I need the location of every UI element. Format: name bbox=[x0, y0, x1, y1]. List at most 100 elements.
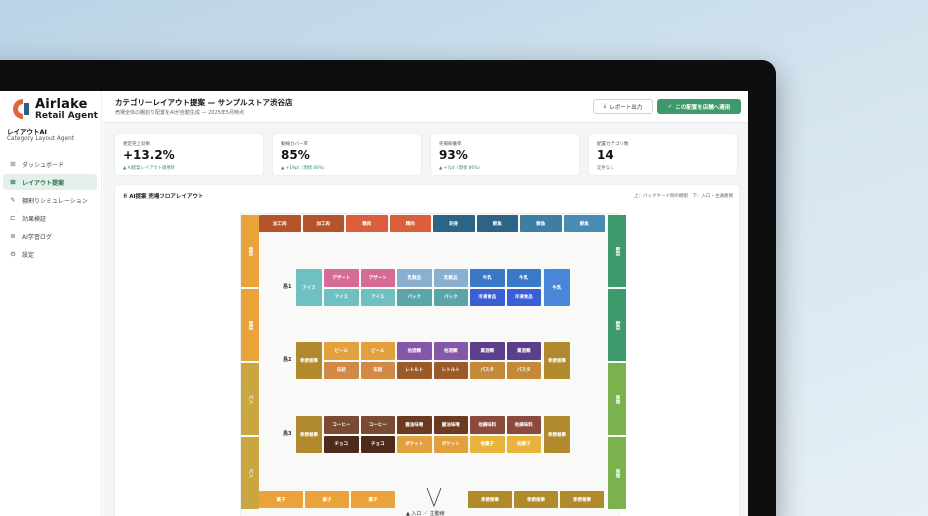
shelf-cell[interactable]: 加工肉 bbox=[302, 215, 344, 232]
shelf-cell[interactable]: 菓子 bbox=[305, 491, 349, 508]
shelf-cell[interactable]: レトルト bbox=[397, 361, 432, 379]
sidebar-item-2[interactable]: ✎ 棚割りシミュレーション bbox=[3, 192, 97, 208]
kpi-value: +13.2% bbox=[123, 148, 175, 162]
shelf-cell[interactable]: 季節催事 bbox=[468, 491, 512, 508]
shelf-cell[interactable]: パック bbox=[433, 288, 468, 306]
app-subtitle: Category Layout Agent bbox=[7, 136, 75, 142]
check-icon: ✓ bbox=[667, 103, 673, 110]
shelf-cell[interactable]: 他調味料 bbox=[506, 416, 541, 434]
island-label: 島2 bbox=[283, 357, 292, 363]
shelf-cell[interactable]: チョコ bbox=[360, 435, 395, 453]
shelf-cell[interactable]: 鮮魚 bbox=[476, 215, 518, 232]
shelf-cell[interactable]: デザート bbox=[360, 269, 395, 287]
apply-button-label: この配置を店舗へ適用 bbox=[675, 104, 731, 111]
kpi-card: 動線カバー率 85% ▲ +19pt（現状 66%） bbox=[272, 133, 422, 176]
shelf-cell[interactable]: 鮮魚 bbox=[563, 215, 605, 232]
shelf-cell[interactable]: 菓酒類 bbox=[470, 342, 505, 360]
shelf-cell[interactable]: パン bbox=[241, 437, 259, 509]
apply-layout-button[interactable]: ✓ この配置を店舗へ適用 bbox=[657, 99, 741, 114]
nav-icon: ⊠ bbox=[10, 178, 16, 186]
shelf-cell[interactable]: 缶詰 bbox=[360, 361, 395, 379]
shelf-cell[interactable]: 惣菜 bbox=[241, 215, 259, 287]
shelf-cell[interactable]: パック bbox=[397, 288, 432, 306]
shelf-cell[interactable]: 牛乳 bbox=[544, 269, 570, 306]
kpi-value: 14 bbox=[597, 148, 614, 162]
shelf-cell[interactable]: 牛乳 bbox=[506, 269, 541, 287]
shelf-cell[interactable]: コーヒー bbox=[324, 416, 359, 434]
shelf-cell[interactable]: 他菓子 bbox=[470, 435, 505, 453]
shelf-cell[interactable]: 刺身 bbox=[433, 215, 475, 232]
page-header: カテゴリーレイアウト提案 — サンプルストア渋谷店 売場全体の棚割り配置をAIが… bbox=[103, 91, 748, 123]
shelf-cell[interactable]: ポケット bbox=[397, 435, 432, 453]
shelf-cell[interactable]: 季節催事 bbox=[296, 416, 322, 453]
shelf-cell[interactable]: 季節催事 bbox=[514, 491, 558, 508]
shelf-cell[interactable]: アイス bbox=[324, 288, 359, 306]
sidebar-item-0[interactable]: ⊞ ダッシュボード bbox=[3, 156, 97, 172]
shelf-cell[interactable]: パスタ bbox=[506, 361, 541, 379]
shelf-cell[interactable]: 加工肉 bbox=[259, 215, 301, 232]
shelf-cell[interactable]: 乳製品 bbox=[433, 269, 468, 287]
shelf-cell[interactable]: 果物 bbox=[608, 363, 626, 435]
shelf-cell[interactable]: 缶詰 bbox=[324, 361, 359, 379]
sidebar-item-label: 棚割りシミュレーション bbox=[22, 197, 88, 205]
shelf-cell[interactable]: 冷凍食品 bbox=[470, 288, 505, 306]
kpi-note: 変更なし bbox=[597, 166, 615, 171]
shelf-cell[interactable]: 菓子 bbox=[351, 491, 395, 508]
shelf-cell[interactable]: 菓酒類 bbox=[506, 342, 541, 360]
shelf-cell[interactable]: 精肉 bbox=[346, 215, 388, 232]
shelf-cell[interactable]: ビール bbox=[324, 342, 359, 360]
shelf-cell[interactable]: 季節催事 bbox=[296, 342, 322, 379]
shelf-cell[interactable]: 野菜 bbox=[608, 289, 626, 361]
shelf-cell[interactable]: 他調味料 bbox=[470, 416, 505, 434]
shelf-cell[interactable]: コーヒー bbox=[360, 416, 395, 434]
shelf-cell[interactable]: 季節催事 bbox=[560, 491, 604, 508]
shelf-cell[interactable]: 他酒類 bbox=[397, 342, 432, 360]
shelf-cell[interactable]: 乳製品 bbox=[397, 269, 432, 287]
report-export-button[interactable]: ⤓ レポート出力 bbox=[593, 99, 653, 114]
report-button-label: レポート出力 bbox=[609, 104, 643, 111]
shelf-cell[interactable]: パン bbox=[241, 363, 259, 435]
shelf-cell[interactable]: ポケット bbox=[433, 435, 468, 453]
sidebar-item-1[interactable]: ⊠ レイアウト提案 bbox=[3, 174, 97, 190]
entrance-arrow-icon bbox=[426, 487, 442, 508]
shelf-cell[interactable]: 冷凍食品 bbox=[506, 288, 541, 306]
sidebar-item-5[interactable]: ⚙ 設定 bbox=[3, 246, 97, 262]
shelf-cell[interactable]: 野菜 bbox=[608, 215, 626, 287]
shelf-cell[interactable]: チョコ bbox=[324, 435, 359, 453]
sidebar: Airlake Retail Agent レイアウトAI Category La… bbox=[0, 91, 102, 516]
shelf-cell[interactable]: 他菓子 bbox=[506, 435, 541, 453]
shelf-cell[interactable]: 鮮魚 bbox=[520, 215, 562, 232]
shelf-cell[interactable]: 醤油味噌 bbox=[433, 416, 468, 434]
layout-panel: ⠿ AI提案 売場フロアレイアウト 上：バックヤード側の棚割 下：入口・主通路側… bbox=[114, 184, 740, 516]
shelf-cell[interactable]: 菓子 bbox=[259, 491, 303, 508]
nav-icon: ⊕ bbox=[10, 232, 16, 240]
shelf-cell[interactable]: 季節催事 bbox=[544, 416, 570, 453]
sidebar-item-label: 設定 bbox=[22, 251, 35, 259]
sidebar-item-label: レイアウト提案 bbox=[22, 179, 65, 187]
shelf-cell[interactable]: 果物 bbox=[608, 437, 626, 509]
main-content: カテゴリーレイアウト提案 — サンプルストア渋谷店 売場全体の棚割り配置をAIが… bbox=[103, 91, 748, 516]
airlake-logo-icon bbox=[7, 97, 31, 121]
shelf-cell[interactable]: デザート bbox=[324, 269, 359, 287]
sidebar-item-4[interactable]: ⊕ AI学習ログ bbox=[3, 228, 97, 244]
shelf-cell[interactable]: 醤油味噌 bbox=[397, 416, 432, 434]
shelf-cell[interactable]: 季節催事 bbox=[544, 342, 570, 379]
kpi-value: 85% bbox=[281, 148, 310, 162]
shelf-cell[interactable]: パスタ bbox=[470, 361, 505, 379]
shelf-cell[interactable]: レトルト bbox=[433, 361, 468, 379]
shelf-cell[interactable]: 他酒類 bbox=[433, 342, 468, 360]
shelf-cell[interactable]: 精肉 bbox=[389, 215, 431, 232]
shelf-cell[interactable]: 牛乳 bbox=[470, 269, 505, 287]
shelf-cell[interactable]: アイス bbox=[296, 269, 322, 306]
kpi-note: ▲ +7pt（現状 86%） bbox=[439, 166, 483, 171]
shelf-cell[interactable]: アイス bbox=[360, 288, 395, 306]
shelf-cell[interactable]: 惣菜 bbox=[241, 289, 259, 361]
nav-icon: ⊞ bbox=[10, 160, 16, 168]
nav-icon: ⚙ bbox=[10, 250, 16, 258]
kpi-card: 配置カテゴリ数 14 変更なし bbox=[588, 133, 738, 176]
layout-panel-title: ⠿ AI提案 売場フロアレイアウト bbox=[123, 194, 204, 200]
shelf-cell[interactable]: ビール bbox=[360, 342, 395, 360]
sidebar-item-3[interactable]: ⊏ 効果検証 bbox=[3, 210, 97, 226]
app-name: レイアウトAI bbox=[7, 128, 47, 136]
nav-icon: ✎ bbox=[10, 196, 16, 204]
